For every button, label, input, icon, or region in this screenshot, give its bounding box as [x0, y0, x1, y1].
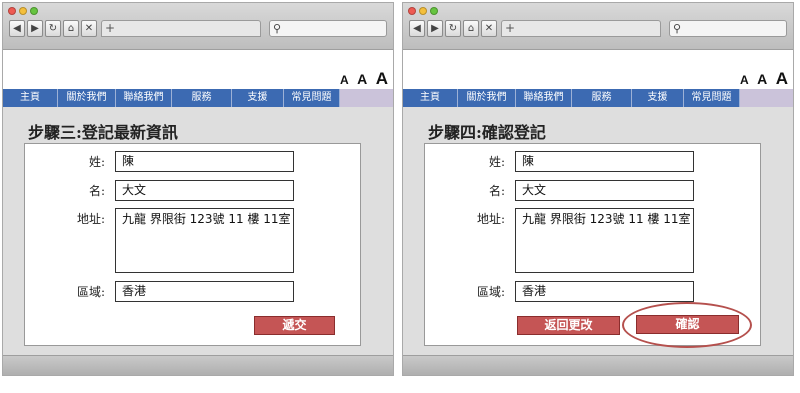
back-edit-button[interactable]: 返回更改 — [517, 316, 620, 335]
search-icon: ⚲ — [673, 22, 682, 35]
reload-icon: ↻ — [448, 23, 458, 34]
submit-button[interactable]: 遞交 — [254, 316, 335, 335]
nav-item-home[interactable]: 主頁 — [3, 89, 58, 107]
browser-chrome: ◀ ▶ ↻ ⌂ ✕ + ⚲ — [403, 3, 793, 50]
tab-bar[interactable]: + — [101, 20, 261, 37]
back-button[interactable]: ◀ — [9, 20, 25, 37]
maximize-window-button[interactable] — [30, 7, 38, 15]
stop-button[interactable]: ✕ — [81, 20, 97, 37]
close-window-button[interactable] — [408, 7, 416, 15]
nav-item-about[interactable]: 關於我們 — [58, 89, 116, 107]
minimize-window-button[interactable] — [19, 7, 27, 15]
home-button[interactable]: ⌂ — [463, 20, 479, 37]
surname-field[interactable]: 陳 — [515, 151, 694, 172]
main-nav: 主頁 關於我們 聯絡我們 服務 支援 常見問題 — [403, 89, 793, 107]
forward-button[interactable]: ▶ — [27, 20, 43, 37]
surname-label: 姓: — [88, 155, 105, 169]
font-size-medium-button[interactable]: A — [357, 71, 367, 87]
back-arrow-icon: ◀ — [13, 23, 21, 34]
reload-button[interactable]: ↻ — [445, 20, 461, 37]
search-input[interactable]: ⚲ — [269, 20, 387, 37]
forward-arrow-icon: ▶ — [431, 23, 439, 34]
font-size-large-button[interactable]: A — [776, 69, 788, 88]
minimize-window-button[interactable] — [419, 7, 427, 15]
given-name-field[interactable]: 大文 — [515, 180, 694, 201]
address-label: 地址: — [476, 212, 505, 226]
region-field[interactable]: 香港 — [515, 281, 694, 302]
confirm-button[interactable]: 確認 — [636, 315, 739, 334]
nav-item-contact[interactable]: 聯絡我們 — [516, 89, 572, 107]
font-size-controls: A A A — [736, 69, 788, 89]
registration-form: 姓: 陳 名: 大文 地址: 九龍 界限街 123號 11 樓 11室 區域: … — [24, 143, 361, 346]
page-content: 步驟三:登記最新資訊 姓: 陳 名: 大文 地址: 九龍 界限街 123號 11… — [3, 107, 393, 357]
back-button[interactable]: ◀ — [409, 20, 425, 37]
address-label: 地址: — [76, 212, 105, 226]
maximize-window-button[interactable] — [430, 7, 438, 15]
nav-item-faq[interactable]: 常見問題 — [284, 89, 340, 107]
nav-item-support[interactable]: 支援 — [232, 89, 284, 107]
home-button[interactable]: ⌂ — [63, 20, 79, 37]
nav-item-services[interactable]: 服務 — [572, 89, 632, 107]
nav-item-about[interactable]: 關於我們 — [458, 89, 516, 107]
region-field[interactable]: 香港 — [115, 281, 294, 302]
home-icon: ⌂ — [467, 23, 475, 34]
reload-button[interactable]: ↻ — [45, 20, 61, 37]
font-size-small-button[interactable]: A — [740, 73, 749, 87]
close-window-button[interactable] — [8, 7, 16, 15]
main-nav: 主頁 關於我們 聯絡我們 服務 支援 常見問題 — [3, 89, 393, 107]
font-size-medium-button[interactable]: A — [757, 71, 767, 87]
nav-item-faq[interactable]: 常見問題 — [684, 89, 740, 107]
given-name-label: 名: — [488, 184, 505, 198]
surname-field[interactable]: 陳 — [115, 151, 294, 172]
confirmation-form: 姓: 陳 名: 大文 地址: 九龍 界限街 123號 11 樓 11室 區域: … — [424, 143, 761, 348]
window-controls — [8, 7, 38, 15]
page-content: 步驟四:確認登記 姓: 陳 名: 大文 地址: 九龍 界限街 123號 11 樓… — [403, 107, 793, 357]
nav-item-support[interactable]: 支援 — [632, 89, 684, 107]
nav-item-services[interactable]: 服務 — [172, 89, 232, 107]
close-icon: ✕ — [484, 23, 494, 34]
back-arrow-icon: ◀ — [413, 23, 421, 34]
browser-window-step3: ◀ ▶ ↻ ⌂ ✕ + ⚲ A A A 主頁 關於我們 聯絡我們 服務 支援 常… — [2, 2, 394, 376]
address-field[interactable]: 九龍 界限街 123號 11 樓 11室 — [115, 208, 294, 273]
search-icon: ⚲ — [273, 22, 282, 35]
address-field[interactable]: 九龍 界限街 123號 11 樓 11室 — [515, 208, 694, 273]
close-icon: ✕ — [84, 23, 94, 34]
home-icon: ⌂ — [67, 23, 75, 34]
region-label: 區域: — [76, 285, 105, 299]
browser-status-bar — [403, 355, 793, 375]
browser-chrome: ◀ ▶ ↻ ⌂ ✕ + ⚲ — [3, 3, 393, 50]
nav-item-home[interactable]: 主頁 — [403, 89, 458, 107]
nav-item-contact[interactable]: 聯絡我們 — [116, 89, 172, 107]
new-tab-icon[interactable]: + — [505, 21, 515, 36]
forward-button[interactable]: ▶ — [427, 20, 443, 37]
font-size-small-button[interactable]: A — [340, 73, 349, 87]
browser-status-bar — [3, 355, 393, 375]
browser-toolbar: ◀ ▶ ↻ ⌂ ✕ — [9, 20, 97, 37]
reload-icon: ↻ — [48, 23, 58, 34]
search-input[interactable]: ⚲ — [669, 20, 787, 37]
font-size-large-button[interactable]: A — [376, 69, 388, 88]
tab-bar[interactable]: + — [501, 20, 661, 37]
browser-window-step4: ◀ ▶ ↻ ⌂ ✕ + ⚲ A A A 主頁 關於我們 聯絡我們 服務 支援 常… — [402, 2, 794, 376]
page-title: 步驟四:確認登記 — [428, 123, 546, 142]
surname-label: 姓: — [488, 155, 505, 169]
given-name-field[interactable]: 大文 — [115, 180, 294, 201]
stop-button[interactable]: ✕ — [481, 20, 497, 37]
page-title: 步驟三:登記最新資訊 — [28, 123, 178, 142]
font-size-controls: A A A — [336, 69, 388, 89]
window-controls — [408, 7, 438, 15]
given-name-label: 名: — [88, 184, 105, 198]
browser-toolbar: ◀ ▶ ↻ ⌂ ✕ — [409, 20, 497, 37]
region-label: 區域: — [476, 285, 505, 299]
forward-arrow-icon: ▶ — [31, 23, 39, 34]
new-tab-icon[interactable]: + — [105, 21, 115, 36]
